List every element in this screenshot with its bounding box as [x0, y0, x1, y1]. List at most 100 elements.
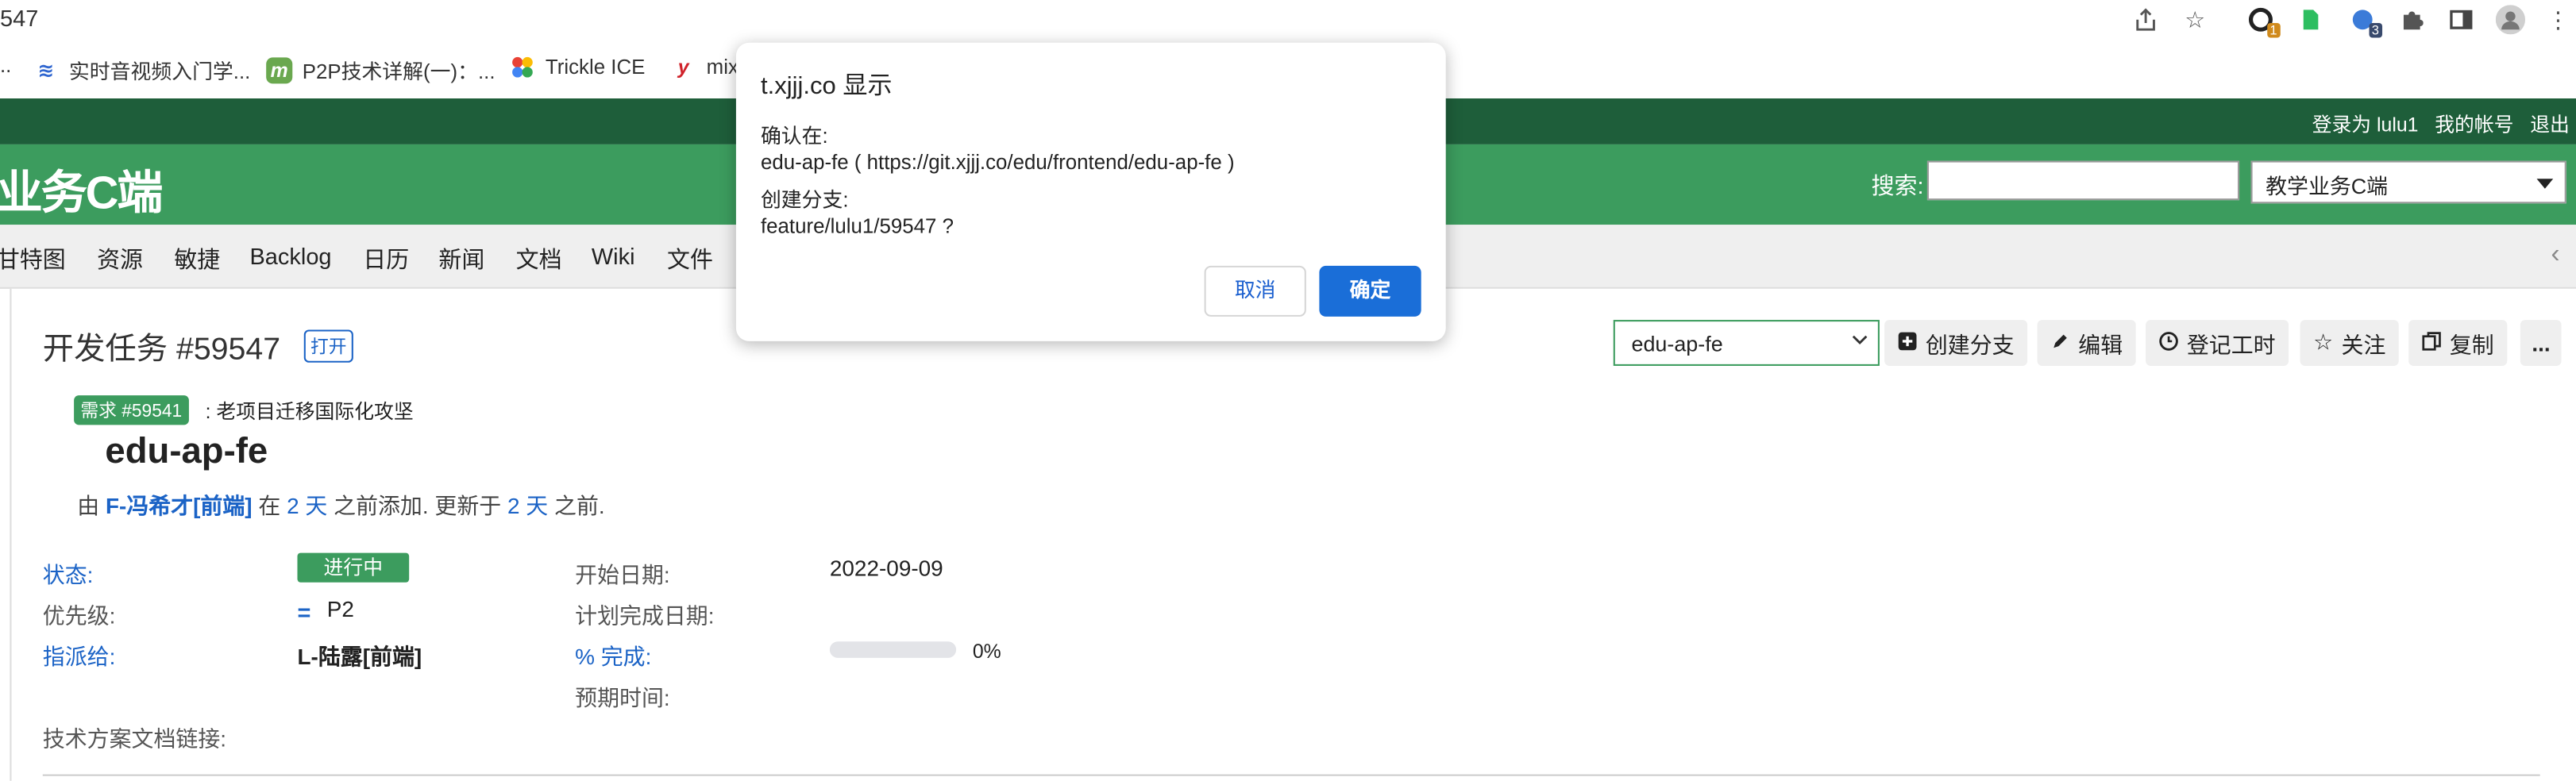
- sidebar-collapse-icon[interactable]: ‹: [2551, 241, 2559, 271]
- priority-value: P2: [326, 597, 354, 622]
- layers-icon: ≋: [37, 58, 55, 82]
- status-value-badge: 进行中: [297, 552, 410, 583]
- star-icon: ☆: [2313, 329, 2334, 355]
- menu-item-wiki[interactable]: Wiki: [592, 243, 635, 269]
- added-suffix: 之前添加. 更新于: [334, 494, 502, 519]
- added-prefix: 在: [258, 494, 281, 519]
- done-ratio-text: 0%: [972, 640, 1001, 664]
- side-panel-icon[interactable]: [2445, 3, 2478, 36]
- my-account-link[interactable]: 我的帐号: [2435, 110, 2513, 137]
- menu-item-news[interactable]: 新闻: [438, 243, 484, 275]
- address-bar-text[interactable]: 547: [0, 5, 38, 31]
- pencil-icon: [2050, 331, 2070, 356]
- profile-avatar-icon[interactable]: [2494, 3, 2527, 36]
- content-divider: [42, 774, 2540, 776]
- menu-item-calendar[interactable]: 日历: [363, 243, 409, 275]
- copy-label: 复制: [2449, 333, 2494, 358]
- issue-subject: edu-ap-fe: [105, 429, 268, 471]
- repository-select-value: edu-ap-fe: [1631, 331, 1723, 356]
- bookmark-label: Trickle ICE: [545, 56, 646, 79]
- extension-icon[interactable]: 1: [2244, 3, 2281, 38]
- menu-item-files[interactable]: 文件: [667, 243, 713, 275]
- search-label: 搜索:: [1871, 172, 1924, 199]
- extension-badge: 3: [2368, 22, 2383, 38]
- updated-suffix: 之前.: [554, 494, 605, 519]
- dialog-title: t.xjjj.co 显示: [760, 71, 893, 101]
- bookmark-label: 实时音视频入门学...: [68, 60, 251, 84]
- assignee-label[interactable]: 指派给:: [43, 638, 116, 671]
- priority-label: 优先级:: [42, 603, 116, 629]
- caret-down-icon: [2536, 179, 2554, 189]
- m-logo-icon: m: [266, 56, 293, 83]
- added-ago-link[interactable]: 2 天: [287, 494, 327, 518]
- bookmark-truncated[interactable]: ..: [0, 54, 11, 77]
- bookmark-label: P2P技术详解(一)：...: [302, 60, 496, 84]
- author-link[interactable]: F-冯希才[前端]: [106, 494, 253, 518]
- edit-label: 编辑: [2078, 333, 2123, 358]
- due-date-label: 计划完成日期:: [575, 603, 715, 629]
- bookmark-label: mix: [706, 56, 738, 79]
- bookmark-item[interactable]: Trickle ICE: [509, 54, 645, 80]
- bookmark-item[interactable]: y mix: [670, 54, 738, 80]
- watch-label: 关注: [2341, 333, 2386, 358]
- confirm-dialog: t.xjjj.co 显示 确认在: edu-ap-fe ( https://gi…: [735, 42, 1446, 341]
- menu-item-gantt[interactable]: 甘特图: [0, 243, 66, 275]
- issue-status-tag: 打开: [303, 329, 353, 363]
- assignee-link[interactable]: L-陆露[前端]: [297, 638, 422, 671]
- menu-item-resources[interactable]: 资源: [97, 243, 143, 275]
- extension-badge: 1: [2266, 22, 2281, 38]
- puzzle-extensions-icon[interactable]: [2396, 3, 2428, 36]
- browser-toolbar: 547 ☆ 1 3 ⋮: [0, 0, 2576, 40]
- search-input[interactable]: [1926, 160, 2240, 201]
- done-progress-bar: [829, 641, 957, 658]
- cancel-button[interactable]: 取消: [1204, 265, 1306, 317]
- estimated-time-label: 预期时间:: [575, 686, 670, 711]
- project-jump-value: 教学业务C端: [2266, 174, 2389, 199]
- log-time-button[interactable]: 登记工时: [2146, 320, 2289, 366]
- author-prefix: 由: [77, 494, 100, 519]
- start-date-label: 开始日期:: [575, 562, 670, 587]
- edit-button[interactable]: 编辑: [2037, 320, 2136, 366]
- dialog-message-line: 确认在:: [760, 125, 828, 148]
- menu-item-backlog[interactable]: Backlog: [249, 243, 331, 269]
- parent-issue-link[interactable]: 需求 #59541: [74, 395, 189, 425]
- done-ratio-label[interactable]: % 完成:: [575, 638, 651, 671]
- watch-button[interactable]: ☆ 关注: [2300, 320, 2399, 366]
- copy-icon: [2422, 331, 2442, 356]
- log-time-label: 登记工时: [2186, 333, 2276, 358]
- y-logo-icon: y: [677, 56, 689, 79]
- chevron-down-icon: [1852, 332, 1868, 353]
- bookmark-star-icon[interactable]: ☆: [2178, 3, 2211, 36]
- parent-issue-subject: : 老项目迁移国际化攻坚: [205, 400, 414, 424]
- browser-menu-icon[interactable]: ⋮: [2547, 3, 2570, 36]
- start-date-value: 2022-09-09: [829, 556, 943, 581]
- logout-link[interactable]: 退出: [2530, 110, 2570, 137]
- logged-in-as-text: 登录为 lulu1: [2312, 113, 2419, 137]
- bookmark-item[interactable]: m P2P技术详解(一)：...: [266, 54, 496, 85]
- tech-doc-label: 技术方案文档链接:: [42, 726, 227, 752]
- translate-extension-icon[interactable]: 3: [2347, 3, 2383, 38]
- share-icon[interactable]: [2129, 3, 2161, 36]
- more-label: ...: [2532, 330, 2551, 356]
- webrtc-logo-icon: [509, 54, 535, 80]
- project-title[interactable]: 业务C端: [0, 157, 163, 223]
- menu-item-agile[interactable]: 敏捷: [174, 243, 220, 275]
- author-line: 由 F-冯希才[前端] 在 2 天 之前添加. 更新于 2 天 之前.: [77, 487, 604, 520]
- page: 547 ☆ 1 3 ⋮ .. ≋ 实时音视频入门学... m P2P技术详解(一…: [0, 0, 2576, 781]
- bookmark-item[interactable]: ≋ 实时音视频入门学...: [33, 54, 251, 85]
- repository-select[interactable]: edu-ap-fe: [1613, 320, 1880, 366]
- project-jump-select[interactable]: 教学业务C端: [2250, 160, 2566, 204]
- create-branch-button[interactable]: 创建分支: [1884, 320, 2028, 366]
- dialog-message-line: 创建分支:: [760, 188, 849, 212]
- menu-item-documents[interactable]: 文档: [516, 243, 562, 275]
- status-label[interactable]: 状态:: [43, 556, 94, 589]
- more-actions-button[interactable]: ...: [2520, 320, 2563, 366]
- evernote-icon[interactable]: [2293, 3, 2326, 36]
- confirm-button[interactable]: 确定: [1319, 265, 1421, 317]
- plus-square-icon: [1898, 331, 1918, 356]
- updated-ago-link[interactable]: 2 天: [507, 494, 548, 518]
- copy-button[interactable]: 复制: [2408, 320, 2508, 366]
- priority-normal-icon: =: [297, 598, 311, 625]
- clock-icon: [2159, 331, 2179, 356]
- issue-title: 开发任务 #59547: [42, 333, 281, 368]
